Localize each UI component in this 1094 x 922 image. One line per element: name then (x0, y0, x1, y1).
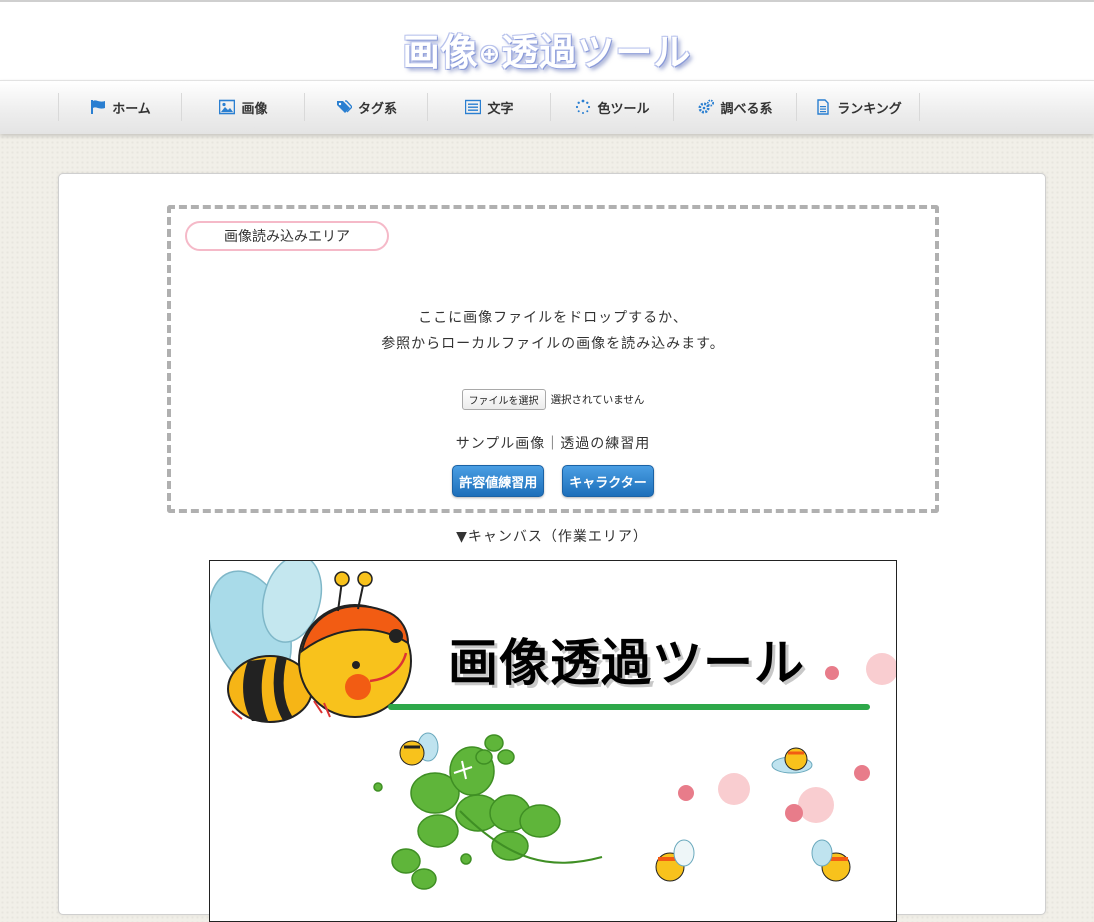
sample-images-heading: サンプル画像｜透過の練習用 (455, 436, 651, 452)
main-panel: 画像読み込みエリア ここに画像ファイルをドロップするか、 参照からローカルファイ… (58, 173, 1046, 922)
nav-label: 調べる系 (720, 101, 773, 117)
nav-item-image[interactable]: 画像 (181, 93, 304, 121)
site-title-part2: 透過ツール (501, 31, 692, 74)
file-input-row: ファイルを選択 選択されていません (171, 389, 935, 410)
file-status: 選択されていません (550, 394, 645, 406)
document-icon (814, 99, 832, 115)
character-sample-button[interactable]: キャラクター (562, 465, 654, 497)
gears-icon (697, 99, 715, 115)
spinner-icon (574, 99, 592, 115)
nav-item-home[interactable]: ホーム (58, 93, 181, 121)
nav-item-tags[interactable]: タグ系 (304, 93, 427, 121)
nav-item-text[interactable]: 文字 (427, 93, 550, 121)
search-icon: ⊕ (478, 39, 502, 70)
work-canvas[interactable]: 画像透過ツール (209, 560, 897, 922)
image-drop-area[interactable]: 画像読み込みエリア ここに画像ファイルをドロップするか、 参照からローカルファイ… (167, 205, 939, 513)
canvas-heading: ▼キャンバス（作業エリア） (456, 529, 648, 545)
tags-icon (335, 99, 353, 115)
nav-item-lookup[interactable]: 調べる系 (673, 93, 796, 121)
nav-label: 文字 (487, 101, 514, 117)
site-header: 画像⊕透過ツール (0, 2, 1094, 80)
nav-label: ホーム (112, 101, 151, 117)
big-bee-illustration (210, 561, 412, 723)
nav-item-color-tools[interactable]: 色ツール (550, 93, 673, 121)
image-icon (218, 99, 236, 115)
title-underline (388, 704, 870, 710)
nav-label: ランキング (837, 101, 902, 117)
site-title-part1: 画像 (402, 31, 479, 74)
drop-instructions: ここに画像ファイルをドロップするか、 参照からローカルファイルの画像を読み込みま… (171, 305, 935, 357)
nav-label: 色ツール (597, 101, 650, 117)
site-title[interactable]: 画像⊕透過ツール (0, 22, 1094, 76)
sample-buttons: 許容値練習用 キャラクター (171, 465, 935, 497)
canvas-illustration (210, 561, 896, 890)
tolerance-practice-button[interactable]: 許容値練習用 (452, 465, 545, 497)
nav-item-ranking[interactable]: ランキング (796, 93, 920, 121)
list-icon (464, 99, 482, 115)
flag-icon (89, 99, 107, 115)
choose-file-button[interactable]: ファイルを選択 (461, 389, 546, 410)
nav-label: 画像 (241, 101, 268, 117)
canvas-image-title: 画像透過ツール (448, 634, 805, 692)
drop-instruction-line2: 参照からローカルファイルの画像を読み込みます。 (381, 336, 725, 352)
drop-area-label: 画像読み込みエリア (185, 221, 389, 251)
drop-instruction-line1: ここに画像ファイルをドロップするか、 (418, 310, 688, 326)
nav-label: タグ系 (357, 101, 397, 117)
main-nav: ホーム 画像 タグ系 文字 色ツール 調べる系 ランキング (0, 80, 1094, 134)
